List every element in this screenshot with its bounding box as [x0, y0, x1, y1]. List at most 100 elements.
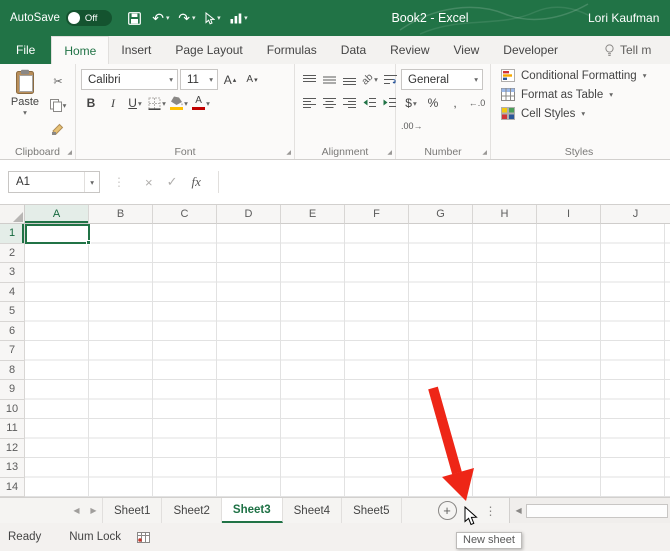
sheet-tab-sheet3[interactable]: Sheet3: [222, 498, 283, 523]
scroll-left-arrow[interactable]: ◀: [512, 506, 526, 515]
tab-home[interactable]: Home: [51, 36, 109, 64]
formula-input[interactable]: [218, 171, 670, 193]
save-button[interactable]: [124, 6, 146, 30]
tab-developer[interactable]: Developer: [491, 36, 570, 64]
paste-button[interactable]: Paste ▾: [6, 69, 44, 139]
align-right-button[interactable]: [340, 92, 359, 112]
top-align-button[interactable]: [300, 69, 319, 89]
increase-decimal-button[interactable]: ←.0: [467, 93, 487, 113]
undo-caret[interactable]: ▾: [166, 14, 170, 22]
underline-button[interactable]: U▾: [125, 93, 145, 113]
row-header-4[interactable]: 4: [0, 283, 25, 303]
tab-data[interactable]: Data: [329, 36, 378, 64]
row-header-9[interactable]: 9: [0, 380, 25, 400]
conditional-formatting-button[interactable]: Conditional Formatting ▾: [493, 66, 668, 85]
decrease-indent-button[interactable]: [360, 92, 379, 112]
number-format-select[interactable]: General ▾: [401, 69, 483, 90]
autosave-toggle[interactable]: Off: [66, 10, 112, 26]
font-size-select[interactable]: 11 ▾: [180, 69, 218, 90]
tab-file[interactable]: File: [0, 36, 51, 64]
column-header-f[interactable]: F: [345, 205, 409, 224]
row-header-2[interactable]: 2: [0, 244, 25, 264]
font-name-select[interactable]: Calibri ▾: [81, 69, 178, 90]
macro-record-button[interactable]: [137, 532, 150, 543]
quick-access-customize-button[interactable]: ▾: [228, 6, 250, 30]
comma-style-button[interactable]: ,: [445, 93, 465, 113]
sheet-tab-sheet1[interactable]: Sheet1: [102, 498, 162, 523]
sheet-nav-right[interactable]: ▶: [85, 498, 102, 523]
select-all-corner[interactable]: [0, 205, 25, 224]
touch-mouse-mode-caret[interactable]: ▾: [217, 14, 221, 22]
fill-handle[interactable]: [86, 240, 91, 245]
cells-area[interactable]: [25, 224, 670, 497]
row-header-14[interactable]: 14: [0, 478, 25, 498]
horizontal-scrollbar[interactable]: ◀: [509, 498, 670, 523]
column-header-a[interactable]: A: [25, 205, 89, 224]
row-header-5[interactable]: 5: [0, 302, 25, 322]
enter-button[interactable]: ✓: [167, 174, 178, 190]
increase-font-size-button[interactable]: A▴: [220, 70, 240, 90]
font-dialog-launcher[interactable]: ◢: [286, 149, 291, 156]
cell-styles-caret[interactable]: ▾: [581, 109, 585, 118]
format-as-table-button[interactable]: Format as Table ▾: [493, 85, 668, 104]
align-left-button[interactable]: [300, 92, 319, 112]
cell-styles-button[interactable]: Cell Styles ▾: [493, 104, 668, 123]
format-painter-button[interactable]: [48, 119, 68, 139]
row-header-6[interactable]: 6: [0, 322, 25, 342]
formula-bar-splitter[interactable]: ⋮: [113, 175, 125, 189]
quick-access-caret[interactable]: ▾: [244, 14, 248, 22]
redo-button[interactable]: ↷ ▾: [176, 6, 198, 30]
clipboard-dialog-launcher[interactable]: ◢: [67, 149, 72, 156]
row-header-1[interactable]: 1: [0, 224, 25, 244]
fill-color-button[interactable]: ▾: [169, 93, 189, 113]
name-box[interactable]: A1 ▾: [8, 171, 100, 193]
format-as-table-caret[interactable]: ▾: [609, 90, 613, 99]
column-header-h[interactable]: H: [473, 205, 537, 224]
borders-caret[interactable]: ▾: [162, 99, 166, 108]
redo-caret[interactable]: ▾: [192, 14, 196, 22]
italic-button[interactable]: I: [103, 93, 123, 113]
align-center-button[interactable]: [320, 92, 339, 112]
alignment-dialog-launcher[interactable]: ◢: [387, 149, 392, 156]
conditional-formatting-caret[interactable]: ▾: [643, 71, 647, 80]
tab-view[interactable]: View: [442, 36, 492, 64]
row-header-7[interactable]: 7: [0, 341, 25, 361]
accounting-format-button[interactable]: $▾: [401, 93, 421, 113]
tab-scroll-splitter[interactable]: ⋮: [485, 504, 497, 518]
borders-button[interactable]: ▾: [147, 93, 167, 113]
tab-formulas[interactable]: Formulas: [255, 36, 329, 64]
row-header-10[interactable]: 10: [0, 400, 25, 420]
selected-cell-a1[interactable]: [25, 224, 90, 244]
sheet-tab-sheet2[interactable]: Sheet2: [162, 498, 221, 523]
bold-button[interactable]: B: [81, 93, 101, 113]
percent-style-button[interactable]: %: [423, 93, 443, 113]
cut-button[interactable]: ✂: [48, 71, 68, 91]
column-header-j[interactable]: J: [601, 205, 670, 224]
name-box-caret[interactable]: ▾: [84, 172, 99, 192]
column-header-d[interactable]: D: [217, 205, 281, 224]
row-header-3[interactable]: 3: [0, 263, 25, 283]
tab-page-layout[interactable]: Page Layout: [163, 36, 254, 64]
user-name[interactable]: Lori Kaufman: [588, 0, 670, 36]
underline-caret[interactable]: ▾: [138, 99, 142, 108]
row-header-11[interactable]: 11: [0, 419, 25, 439]
scrollbar-thumb[interactable]: [526, 504, 668, 518]
number-dialog-launcher[interactable]: ◢: [482, 149, 487, 156]
tab-review[interactable]: Review: [378, 36, 441, 64]
decrease-font-size-button[interactable]: A▾: [242, 70, 262, 90]
copy-button[interactable]: ▾: [48, 95, 68, 115]
decrease-decimal-button[interactable]: .00→: [401, 116, 423, 136]
cancel-button[interactable]: ×: [145, 175, 153, 190]
new-sheet-button[interactable]: +: [438, 501, 457, 520]
paste-caret[interactable]: ▾: [23, 108, 27, 117]
column-header-g[interactable]: G: [409, 205, 473, 224]
row-header-13[interactable]: 13: [0, 458, 25, 478]
bottom-align-button[interactable]: [340, 69, 359, 89]
tab-tell-me[interactable]: Tell m: [592, 36, 663, 64]
font-color-button[interactable]: A ▾: [191, 93, 211, 113]
row-header-12[interactable]: 12: [0, 439, 25, 459]
column-header-b[interactable]: B: [89, 205, 153, 224]
column-header-i[interactable]: I: [537, 205, 601, 224]
row-header-8[interactable]: 8: [0, 361, 25, 381]
middle-align-button[interactable]: [320, 69, 339, 89]
